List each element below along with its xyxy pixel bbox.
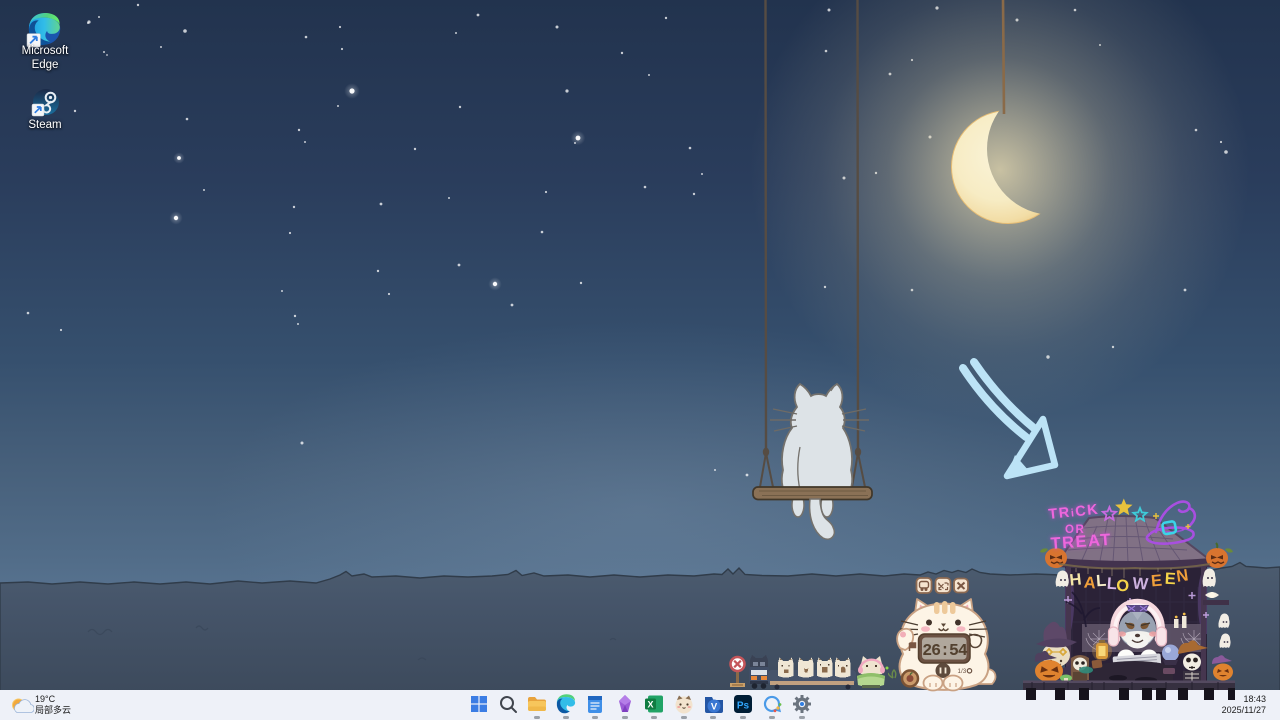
svg-text:X: X [647, 700, 653, 710]
svg-text:L: L [1095, 572, 1106, 591]
svg-text:E: E [1150, 572, 1163, 591]
svg-text:A: A [1083, 574, 1097, 593]
svg-text:V: V [711, 702, 718, 713]
svg-text:1/3: 1/3 [958, 668, 967, 675]
svg-text:E: E [1164, 570, 1176, 589]
svg-text:N: N [1175, 566, 1189, 585]
svg-text:26:54: 26:54 [922, 641, 968, 660]
svg-text:Ps: Ps [736, 701, 749, 712]
svg-text:H: H [1069, 570, 1083, 589]
svg-text:W: W [1132, 574, 1149, 593]
svg-text:O: O [1116, 577, 1130, 596]
